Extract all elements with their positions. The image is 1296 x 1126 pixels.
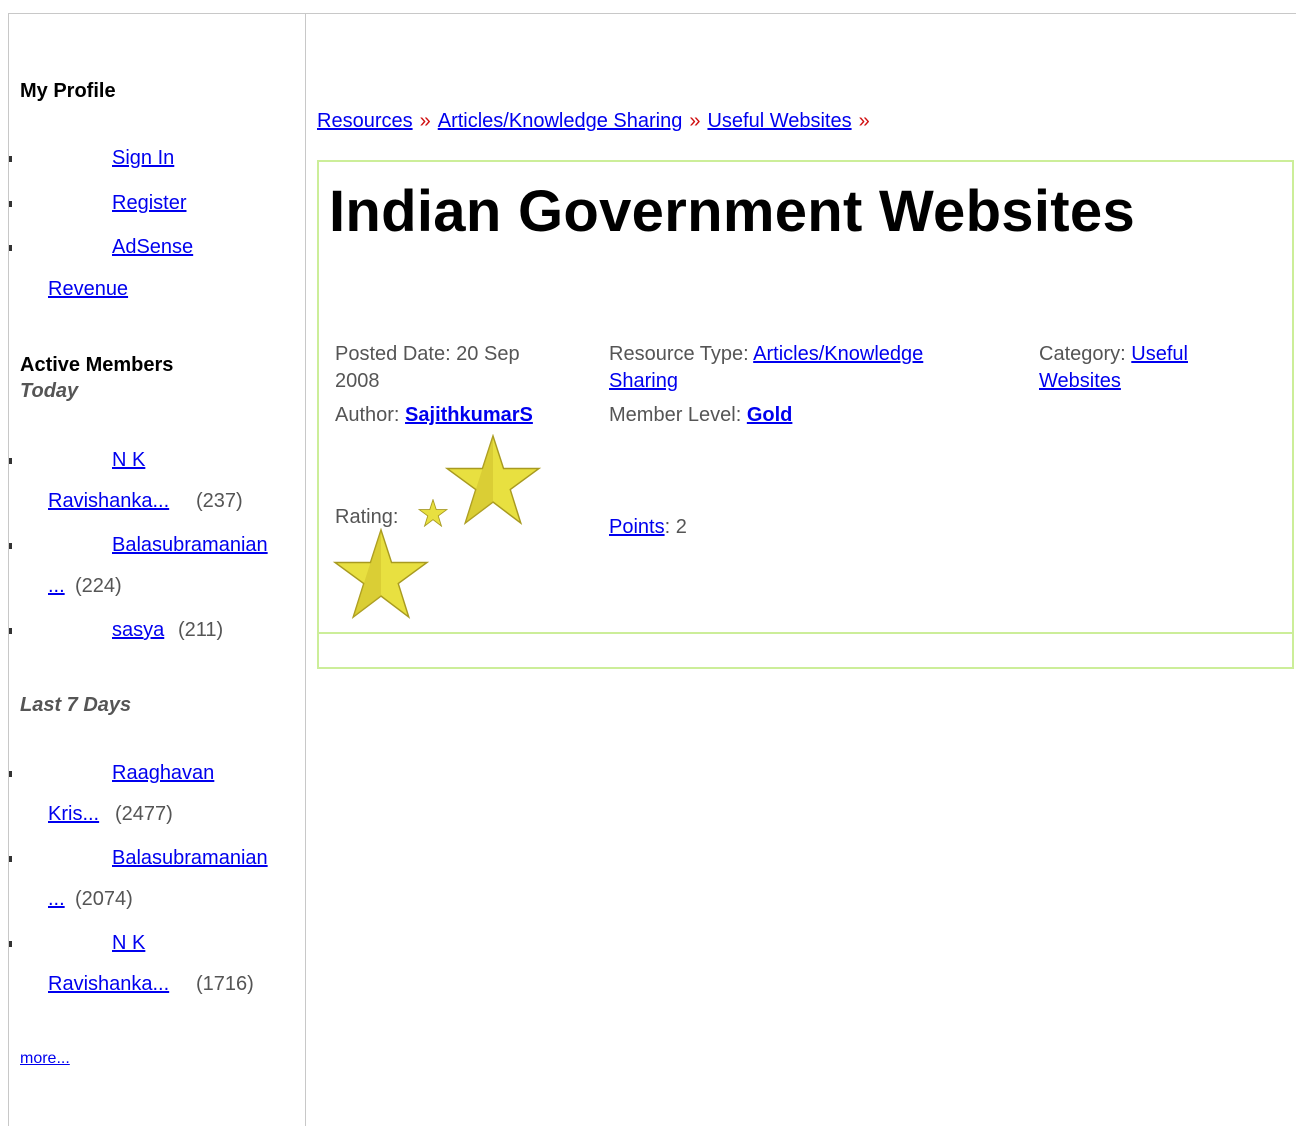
register-link[interactable]: Register — [112, 192, 186, 215]
more-link[interactable]: more... — [20, 1050, 70, 1068]
frame-top-border — [8, 13, 1296, 14]
frame-left-border — [8, 13, 9, 1126]
member-link[interactable]: N K — [112, 932, 145, 955]
points-row: Points: 2 — [609, 514, 687, 541]
sidebar-divider — [305, 13, 306, 1126]
member-link[interactable]: ... — [48, 888, 65, 911]
member-link[interactable]: sasya — [112, 619, 164, 642]
bullet-icon — [9, 201, 12, 207]
bullet-icon — [9, 941, 12, 947]
bullet-icon — [9, 458, 12, 464]
member-level-link[interactable]: Gold — [747, 404, 793, 426]
member-link[interactable]: N K — [112, 449, 145, 472]
breadcrumb-useful-websites[interactable]: Useful Websites — [707, 110, 851, 132]
category-link[interactable]: Websites — [1039, 370, 1121, 392]
breadcrumb-separator: » — [419, 110, 431, 132]
article-box-divider — [317, 632, 1294, 634]
author-row: Author: SajithkumarS — [335, 402, 533, 429]
last-7-days-label: Last 7 Days — [20, 694, 132, 716]
posted-date-label: Posted Date: 20 Sep — [335, 343, 520, 365]
posted-date: Posted Date: 20 Sep 2008 — [335, 341, 520, 395]
my-profile-heading: My Profile — [20, 80, 116, 102]
member-link[interactable]: Ravishanka... — [48, 973, 169, 996]
author-label: Author: — [335, 404, 400, 426]
bullet-icon — [9, 628, 12, 634]
resource-type-link[interactable]: Sharing — [609, 370, 678, 392]
breadcrumb: Resources » Articles/Knowledge Sharing » Use… — [317, 110, 877, 133]
member-link[interactable]: Raaghavan — [112, 762, 214, 785]
member-count: (237) — [196, 490, 243, 512]
resource-type-label: Resource Type: — [609, 343, 749, 365]
category-link[interactable]: Useful — [1131, 343, 1188, 365]
member-level-label: Member Level: — [609, 404, 742, 426]
breadcrumb-separator: » — [689, 110, 701, 132]
rating-label: Rating: — [335, 506, 399, 528]
breadcrumb-resources[interactable]: Resources — [317, 110, 413, 132]
adsense-link[interactable]: AdSense — [112, 236, 193, 259]
revenue-link[interactable]: Revenue — [48, 278, 128, 301]
member-count: (211) — [178, 619, 224, 641]
member-count: (2074) — [75, 888, 133, 910]
member-level: Member Level: Gold — [609, 402, 792, 429]
breadcrumb-separator: » — [858, 110, 870, 132]
breadcrumb-articles[interactable]: Articles/Knowledge Sharing — [438, 110, 683, 132]
bullet-icon — [9, 856, 12, 862]
author-link[interactable]: SajithkumarS — [405, 404, 533, 426]
member-count: (224) — [75, 575, 122, 597]
bullet-icon — [9, 156, 12, 162]
member-count: (2477) — [115, 803, 173, 825]
points-value: : 2 — [664, 516, 687, 538]
member-link[interactable]: Kris... — [48, 803, 99, 826]
active-members-heading: Active Members — [20, 354, 174, 376]
category-label: Category: — [1039, 343, 1126, 365]
bullet-icon — [9, 245, 12, 251]
posted-date-year: 2008 — [335, 370, 380, 392]
star-icon — [444, 434, 542, 526]
page-title: Indian Government Websites — [329, 179, 1136, 244]
category: Category: Useful Websites — [1039, 341, 1188, 395]
member-link[interactable]: Ravishanka... — [48, 490, 169, 513]
member-link[interactable]: Balasubramanian — [112, 534, 268, 557]
today-label: Today — [20, 380, 79, 402]
bullet-icon — [9, 771, 12, 777]
points-link[interactable]: Points — [609, 516, 665, 538]
resource-type-link[interactable]: Articles/Knowledge — [753, 343, 923, 365]
bullet-icon — [9, 543, 12, 549]
member-link[interactable]: ... — [48, 575, 65, 598]
sign-in-link[interactable]: Sign In — [112, 147, 174, 170]
member-count: (1716) — [196, 973, 254, 995]
star-icon — [332, 528, 430, 620]
member-link[interactable]: Balasubramanian — [112, 847, 268, 870]
resource-type: Resource Type: Articles/Knowledge Sharin… — [609, 341, 923, 395]
